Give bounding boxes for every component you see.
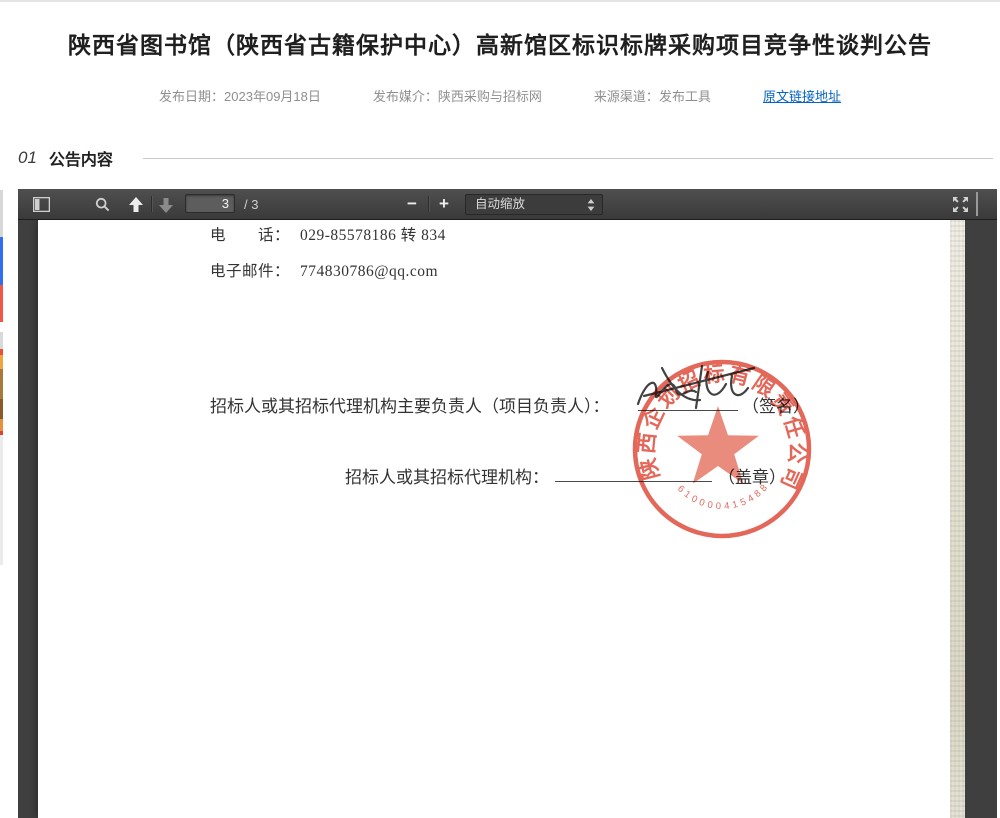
- source-channel-value: 发布工具: [659, 89, 711, 104]
- responsible-person-line: 招标人或其招标代理机构主要负责人（项目负责人）：: [210, 392, 610, 417]
- sidebar-toggle-icon: [33, 197, 50, 212]
- publish-media-value: 陕西采购与招标网: [438, 89, 542, 104]
- agency-line: 招标人或其招标代理机构：: [345, 463, 549, 488]
- arrow-down-icon: [158, 197, 174, 213]
- email-value: 774830786@qq.com: [300, 263, 438, 280]
- zoom-scale-value: 自动缩放: [475, 197, 525, 211]
- svg-text:610000415488: 610000415488: [675, 480, 772, 512]
- section-header: 01 公告内容: [18, 146, 993, 170]
- edge-strip: [0, 369, 3, 399]
- origin-link[interactable]: 原文链接地址: [763, 89, 841, 104]
- pdf-viewer: / 3 − + 自动缩放: [18, 189, 997, 818]
- previous-page-button[interactable]: [124, 194, 148, 215]
- source-channel-label: 来源渠道：: [594, 89, 659, 104]
- scanned-page-edge: [950, 220, 965, 818]
- zoom-scale-select[interactable]: 自动缩放: [465, 194, 603, 215]
- plus-icon: +: [439, 194, 449, 214]
- email-label: 电子邮件：: [210, 263, 290, 280]
- next-page-button[interactable]: [154, 194, 178, 215]
- minus-icon: −: [407, 194, 417, 214]
- edge-strip: [0, 419, 3, 431]
- email-line: 电子邮件： 774830786@qq.com: [210, 259, 438, 281]
- edge-strip: [0, 285, 3, 322]
- edge-strip: [0, 435, 3, 565]
- zoom-out-button[interactable]: −: [400, 193, 424, 215]
- publish-date: 发布日期：2023年09月18日: [159, 86, 321, 105]
- presentation-mode-button[interactable]: [948, 194, 972, 215]
- search-icon: [95, 197, 110, 212]
- chevron-updown-icon: [587, 199, 595, 211]
- phone-label: 电 话：: [210, 227, 290, 244]
- company-seal: 陕西企划招标有限责任公司 610000415488: [622, 349, 822, 549]
- pdf-page: 电 话： 029-85578186 转 834 电子邮件： 774830786@qq…: [38, 220, 950, 818]
- edge-strip: [0, 190, 3, 237]
- fullscreen-icon: [952, 196, 969, 213]
- pdf-scroll-area[interactable]: 电 话： 029-85578186 转 834 电子邮件： 774830786@qq…: [18, 220, 997, 818]
- section-title: 公告内容: [49, 146, 113, 170]
- meta-row: 发布日期：2023年09月18日 发布媒介：陕西采购与招标网 来源渠道：发布工具…: [0, 86, 1000, 105]
- phone-line: 电 话： 029-85578186 转 834: [210, 223, 446, 245]
- source-channel: 来源渠道：发布工具: [594, 86, 711, 105]
- publish-date-label: 发布日期：: [159, 89, 224, 104]
- scrollbar-thumb[interactable]: [976, 192, 978, 216]
- seal-code: 610000415488: [675, 480, 772, 512]
- section-divider: [143, 158, 993, 159]
- publish-media-label: 发布媒介：: [373, 89, 438, 104]
- search-button[interactable]: [91, 194, 113, 215]
- phone-value: 029-85578186 转 834: [300, 227, 446, 244]
- page-number-input[interactable]: [185, 194, 235, 213]
- pdf-toolbar: / 3 − + 自动缩放: [18, 189, 997, 220]
- section-number: 01: [18, 148, 37, 168]
- page-title: 陕西省图书馆（陕西省古籍保护中心）高新馆区标识标牌采购项目竞争性谈判公告: [0, 26, 1000, 60]
- edge-strip: [0, 355, 3, 369]
- edge-strip: [0, 332, 3, 349]
- zoom-in-button[interactable]: +: [432, 193, 456, 215]
- edge-strip: [0, 399, 3, 419]
- arrow-up-icon: [128, 197, 144, 213]
- seal-star-icon: [677, 406, 759, 484]
- edge-strip: [0, 237, 3, 285]
- page-count-label: / 3: [244, 197, 258, 212]
- sidebar-toggle-button[interactable]: [30, 194, 52, 215]
- publish-media: 发布媒介：陕西采购与招标网: [373, 86, 542, 105]
- publish-date-value: 2023年09月18日: [224, 89, 321, 104]
